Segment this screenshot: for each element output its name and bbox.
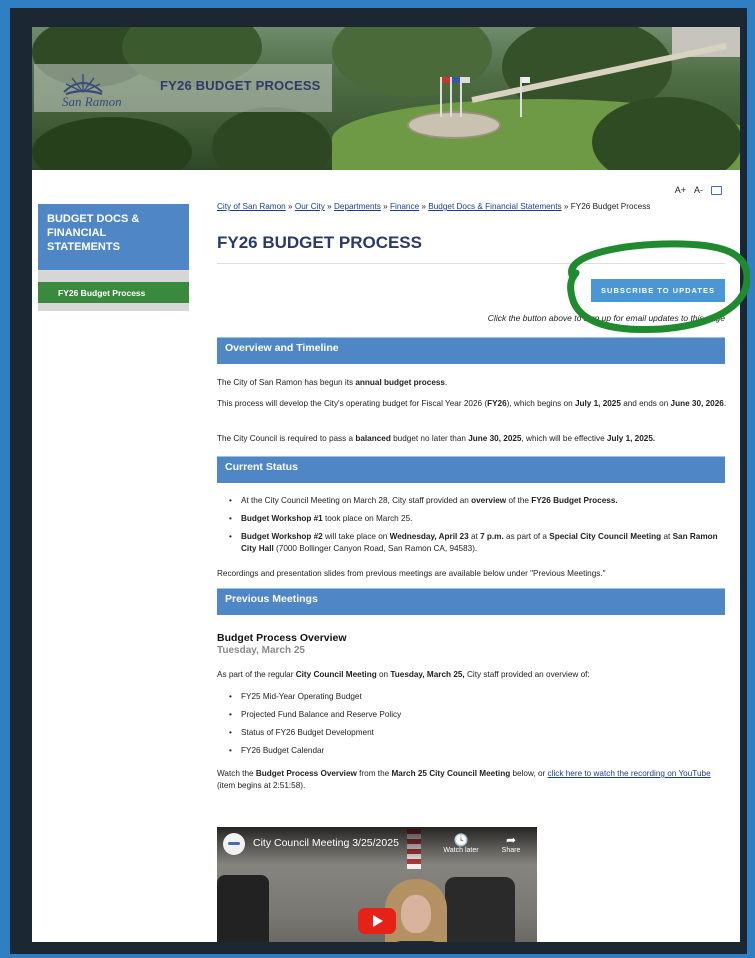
text-tools: A+ A-	[675, 185, 722, 195]
meeting-intro: As part of the regular City Council Meet…	[217, 670, 590, 679]
breadcrumb: City of San Ramon » Our City » Departmen…	[217, 202, 725, 211]
share-label: Share	[501, 847, 521, 854]
chair-image	[217, 875, 269, 942]
annotation-circle	[567, 240, 750, 334]
watch-later-button[interactable]: 🕓 Watch later	[441, 833, 481, 854]
list-item: Budget Workshop #2 will take place on We…	[229, 531, 725, 555]
section-header-previous-meetings: Previous Meetings	[217, 588, 725, 615]
web-page: San Ramon FY26 BUDGET PROCESS A+ A- BUDG…	[32, 27, 740, 942]
logo-text: San Ramon	[62, 94, 122, 109]
breadcrumb-link-departments[interactable]: Departments	[334, 202, 381, 211]
printer-icon[interactable]	[711, 185, 722, 195]
youtube-recording-link[interactable]: click here to watch the recording on You…	[548, 769, 711, 778]
play-icon[interactable]	[358, 908, 396, 934]
watch-later-label: Watch later	[443, 847, 479, 854]
overview-paragraph-1: The City of San Ramon has begun its annu…	[217, 378, 448, 387]
breadcrumb-separator: »	[421, 202, 426, 211]
watch-paragraph: Watch the Budget Process Overview from t…	[217, 769, 711, 790]
status-list: At the City Council Meeting on March 28,…	[229, 495, 725, 555]
video-title[interactable]: City Council Meeting 3/25/2025	[253, 837, 399, 849]
header-banner: San Ramon FY26 BUDGET PROCESS	[32, 27, 740, 170]
clock-icon: 🕓	[453, 833, 469, 847]
breadcrumb-separator: »	[327, 202, 332, 211]
overview-paragraph-2: This process will develop the City's ope…	[217, 399, 727, 408]
meeting-title: Budget Process Overview	[217, 632, 347, 644]
share-button[interactable]: ➦ Share	[491, 833, 531, 854]
share-icon: ➦	[505, 833, 517, 847]
status-note: Recordings and presentation slides from …	[217, 569, 606, 578]
list-item: FY26 Budget Calendar	[229, 745, 725, 757]
overview-paragraph-3: The City Council is required to pass a b…	[217, 434, 656, 443]
sidebar-divider	[38, 270, 189, 282]
sunrise-logo-icon	[63, 74, 103, 96]
breadcrumb-link-our-city[interactable]: Our City	[295, 202, 325, 211]
list-item: Status of FY26 Budget Development	[229, 727, 725, 739]
breadcrumb-separator: »	[563, 202, 569, 211]
list-item: At the City Council Meeting on March 28,…	[229, 495, 725, 507]
meeting-date: Tuesday, March 25	[217, 645, 305, 656]
breadcrumb-separator: »	[288, 202, 293, 211]
list-item: FY25 Mid-Year Operating Budget	[229, 691, 725, 703]
breadcrumb-link-finance[interactable]: Finance	[390, 202, 419, 211]
sidebar-item-fy26-budget-process[interactable]: FY26 Budget Process	[38, 282, 189, 303]
banner-title: FY26 BUDGET PROCESS	[160, 78, 321, 93]
breadcrumb-link-budget-docs[interactable]: Budget Docs & Financial Statements	[428, 202, 561, 211]
site-logo[interactable]: San Ramon FY26 BUDGET PROCESS	[34, 64, 332, 112]
sidebar-divider	[38, 303, 189, 311]
decrease-font-button[interactable]: A-	[694, 185, 703, 195]
video-player[interactable]: City Council Meeting 3/25/2025 🕓 Watch la…	[217, 827, 537, 942]
breadcrumb-current: FY26 Budget Process	[570, 202, 651, 211]
list-item: Budget Workshop #1 took place on March 2…	[229, 513, 725, 525]
channel-logo-icon[interactable]	[223, 833, 245, 855]
breadcrumb-separator: »	[383, 202, 388, 211]
breadcrumb-link-city[interactable]: City of San Ramon	[217, 202, 286, 211]
section-header-current-status: Current Status	[217, 456, 725, 483]
list-item: Projected Fund Balance and Reserve Polic…	[229, 709, 725, 721]
section-header-overview: Overview and Timeline	[217, 337, 725, 364]
chair-image	[445, 877, 515, 942]
increase-font-button[interactable]: A+	[675, 185, 686, 195]
sidebar-heading[interactable]: BUDGET DOCS & FINANCIAL STATEMENTS	[38, 204, 189, 270]
meeting-topics-list: FY25 Mid-Year Operating Budget Projected…	[229, 691, 725, 757]
